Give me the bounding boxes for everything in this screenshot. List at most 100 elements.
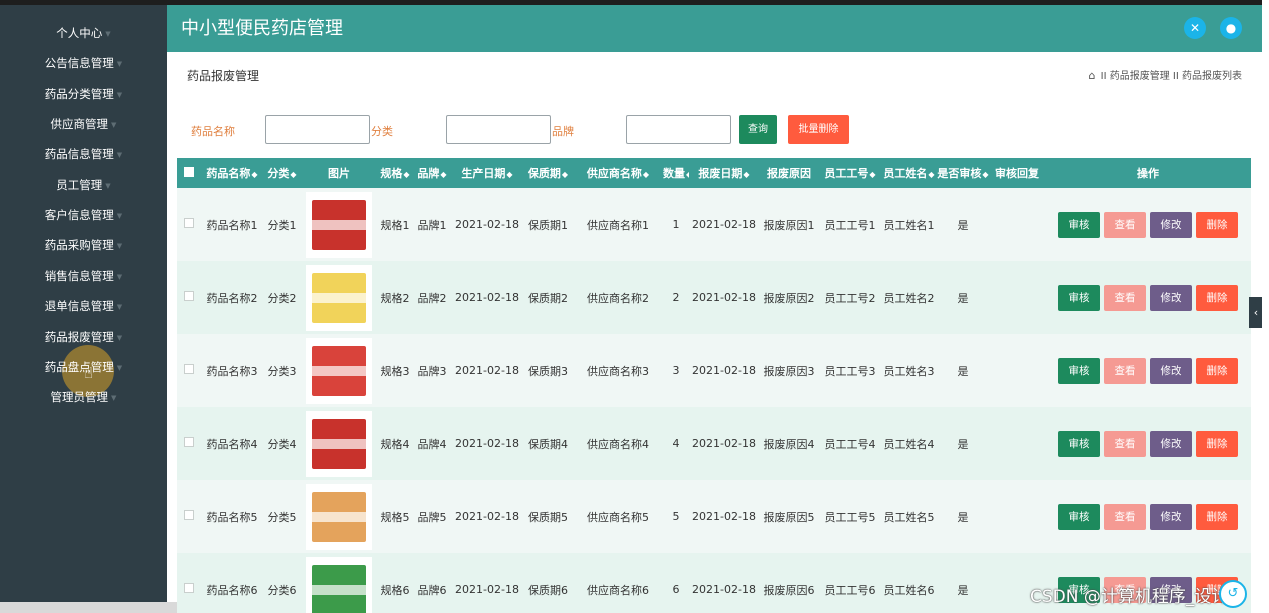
page-header: 药品报废管理 ⌂ II 药品报废管理 II 药品报废列表 — [167, 52, 1262, 97]
col-scrap-date[interactable]: 报废日期◆ — [689, 158, 759, 188]
delete-button[interactable]: 删除 — [1196, 357, 1238, 384]
col-supplier[interactable]: 供应商名称◆ — [573, 158, 663, 188]
cell-audited: 是 — [957, 510, 969, 524]
cell-production-date: 2021-02-18 — [455, 510, 519, 523]
sidebar-item-category[interactable]: 药品分类管理 ▼ — [0, 79, 167, 109]
col-actions: 操作 — [1137, 167, 1159, 180]
view-button[interactable]: 查看 — [1104, 211, 1146, 238]
floating-help-icon[interactable]: ↺ — [1219, 580, 1247, 608]
cell-audited: 是 — [957, 291, 969, 305]
cell-production-date: 2021-02-18 — [455, 437, 519, 450]
breadcrumb-item-scrap-list: 药品报废列表 — [1182, 71, 1242, 82]
cell-scrap-date: 2021-02-18 — [692, 437, 756, 450]
bulk-delete-button[interactable]: 批量删除 — [788, 115, 849, 144]
delete-button[interactable]: 删除 — [1196, 284, 1238, 311]
sidebar-item-sales[interactable]: 销售信息管理 ▼ — [0, 261, 167, 291]
audit-button[interactable]: 审核 — [1058, 357, 1100, 384]
delete-button[interactable]: 删除 — [1196, 430, 1238, 457]
drug-image — [301, 553, 377, 613]
cell-quantity: 5 — [672, 510, 680, 523]
col-shelf-life[interactable]: 保质期◆ — [523, 158, 573, 188]
chevron-down-icon: ▼ — [111, 120, 117, 129]
edit-button[interactable]: 修改 — [1150, 284, 1192, 311]
cell-shelf-life: 保质期4 — [528, 437, 568, 451]
cell-category: 分类5 — [267, 510, 297, 524]
cell-shelf-life: 保质期5 — [528, 510, 568, 524]
view-button[interactable]: 查看 — [1104, 430, 1146, 457]
cell-category: 分类2 — [267, 291, 297, 305]
sidebar-item-customer[interactable]: 客户信息管理 ▼ — [0, 200, 167, 230]
audit-button[interactable]: 审核 — [1058, 284, 1100, 311]
cell-spec: 规格4 — [380, 437, 410, 451]
row-checkbox[interactable] — [177, 188, 201, 261]
sidebar-item-drug-info[interactable]: 药品信息管理 ▼ — [0, 139, 167, 169]
edit-button[interactable]: 修改 — [1150, 430, 1192, 457]
user-icon[interactable]: ● — [1220, 17, 1242, 39]
col-employee-no[interactable]: 员工工号◆ — [819, 158, 881, 188]
row-checkbox[interactable] — [177, 407, 201, 480]
audit-button[interactable]: 审核 — [1058, 503, 1100, 530]
row-checkbox[interactable] — [177, 334, 201, 407]
cell-employee-name: 员工姓名5 — [883, 510, 935, 524]
col-category[interactable]: 分类◆ — [263, 158, 301, 188]
col-quantity[interactable]: 数量◆ — [663, 158, 689, 188]
home-icon[interactable]: ⌂ — [1088, 69, 1095, 82]
view-button[interactable]: 查看 — [1104, 284, 1146, 311]
sidebar-item-admin[interactable]: 管理员管理 ▼ — [0, 382, 167, 412]
cell-supplier: 供应商名称2 — [587, 291, 649, 305]
audit-button[interactable]: 审核 — [1058, 430, 1100, 457]
col-brand[interactable]: 品牌◆ — [413, 158, 451, 188]
delete-button[interactable]: 删除 — [1196, 503, 1238, 530]
sidebar-item-notice[interactable]: 公告信息管理 ▼ — [0, 48, 167, 78]
edit-button[interactable]: 修改 — [1150, 357, 1192, 384]
sort-icon: ◆ — [686, 170, 689, 179]
view-button[interactable]: 查看 — [1104, 503, 1146, 530]
audit-button[interactable]: 审核 — [1058, 211, 1100, 238]
col-drug-name[interactable]: 药品名称◆ — [201, 158, 263, 188]
sidebar-item-personal-center[interactable]: 个人中心 ▼ — [0, 18, 167, 48]
drug-name-input[interactable] — [265, 115, 370, 144]
sidebar-item-purchase[interactable]: 药品采购管理 ▼ — [0, 230, 167, 260]
cell-spec: 规格3 — [380, 364, 410, 378]
sidebar-item-scrap[interactable]: 药品报废管理 ▼ — [0, 322, 167, 352]
breadcrumb-separator: II — [1172, 71, 1179, 82]
sidebar-item-label: 药品信息管理 — [44, 147, 114, 161]
chevron-down-icon: ▼ — [116, 363, 123, 372]
chevron-down-icon: ▼ — [116, 272, 123, 281]
drug-image — [301, 407, 377, 480]
col-employee-name[interactable]: 员工姓名◆ — [881, 158, 937, 188]
sidebar-item-employee[interactable]: 员工管理 ▼ — [0, 170, 167, 200]
chevron-left-icon[interactable]: ‹ — [1249, 297, 1263, 328]
sidebar-item-refund[interactable]: 退单信息管理 ▼ — [0, 291, 167, 321]
row-checkbox[interactable] — [177, 261, 201, 334]
breadcrumb-item-scrap-management[interactable]: 药品报废管理 — [1110, 71, 1170, 82]
edit-button[interactable]: 修改 — [1150, 211, 1192, 238]
sort-icon: ◆ — [403, 170, 410, 179]
view-button[interactable]: 查看 — [1104, 357, 1146, 384]
cell-shelf-life: 保质期6 — [528, 583, 568, 597]
sidebar-item-supplier[interactable]: 供应商管理 ▼ — [0, 109, 167, 139]
brand-input[interactable] — [626, 115, 731, 144]
sort-icon: ◆ — [506, 170, 513, 179]
col-production-date[interactable]: 生产日期◆ — [451, 158, 523, 188]
cell-spec: 规格5 — [380, 510, 410, 524]
page-title: 药品报废管理 — [187, 69, 260, 83]
col-audited[interactable]: 是否审核◆ — [937, 158, 989, 188]
query-button[interactable]: 查询 — [739, 115, 777, 144]
sidebar-item-label: 供应商管理 — [50, 117, 109, 131]
delete-button[interactable]: 删除 — [1196, 211, 1238, 238]
category-input[interactable] — [446, 115, 551, 144]
fullscreen-icon[interactable]: ✕ — [1184, 17, 1206, 39]
select-all-checkbox[interactable] — [177, 158, 201, 188]
col-spec[interactable]: 规格◆ — [377, 158, 413, 188]
row-checkbox[interactable] — [177, 480, 201, 553]
sidebar-item-label: 管理员管理 — [50, 390, 109, 404]
row-checkbox[interactable] — [177, 553, 201, 613]
sidebar-item-label: 药品盘点管理 — [44, 360, 114, 374]
cell-drug-name: 药品名称2 — [206, 291, 258, 305]
cell-quantity: 6 — [672, 583, 680, 596]
cell-audited: 是 — [957, 583, 969, 597]
sort-icon: ◆ — [642, 170, 650, 179]
edit-button[interactable]: 修改 — [1150, 503, 1192, 530]
cell-drug-name: 药品名称5 — [206, 510, 258, 524]
